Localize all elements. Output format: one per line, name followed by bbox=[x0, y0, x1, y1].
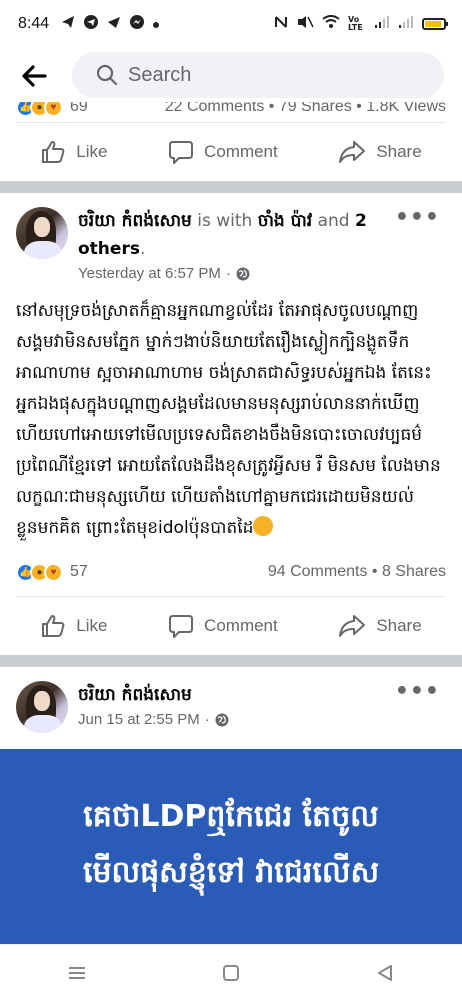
wifi-icon bbox=[322, 15, 340, 33]
stats-right: 94 Comments • 8 Shares bbox=[267, 563, 446, 580]
comment-button[interactable]: Comment bbox=[168, 139, 278, 165]
comment-label: Comment bbox=[204, 616, 278, 635]
stats-right: 22 Comments • 79 Shares • 1.8K Views bbox=[165, 102, 446, 116]
globe-icon bbox=[236, 267, 250, 280]
shares-count[interactable]: 79 Shares bbox=[279, 102, 352, 115]
comments-count[interactable]: 22 Comments bbox=[165, 102, 265, 115]
post-separator bbox=[0, 655, 462, 667]
signal-icon bbox=[374, 15, 390, 33]
square-icon bbox=[223, 964, 239, 981]
globe-icon bbox=[215, 713, 229, 726]
share-button[interactable]: Share bbox=[338, 613, 422, 639]
system-nav-bar bbox=[0, 944, 462, 1000]
news-feed[interactable]: 👍 ● ♥ 69 22 Comments • 79 Shares • 1.8K … bbox=[0, 102, 462, 944]
thumbs-up-icon bbox=[42, 141, 65, 163]
search-header: Search bbox=[0, 50, 462, 102]
send-icon bbox=[107, 15, 121, 33]
comment-label: Comment bbox=[204, 142, 278, 161]
system-back-button[interactable] bbox=[365, 953, 405, 993]
telegram-icon bbox=[61, 15, 75, 33]
author-name[interactable]: ចរិយា កំពង់សោម bbox=[78, 211, 192, 231]
share-label: Share bbox=[376, 142, 422, 161]
post-body-text: នៅសមុទ្រចង់ស្រាតក៏គ្មានអ្នកណាខ្វល់ដែរ តែ… bbox=[16, 301, 441, 538]
dot-icon bbox=[153, 17, 160, 32]
more-options-button[interactable]: ••• bbox=[395, 205, 440, 230]
reaction-count: 69 bbox=[70, 102, 88, 115]
post-actions: Like Comment Share bbox=[0, 597, 462, 655]
messenger-icon bbox=[129, 14, 145, 34]
mute-icon bbox=[296, 14, 314, 34]
triangle-back-icon bbox=[378, 964, 392, 981]
reaction-summary[interactable]: 👍 ● ♥ 57 bbox=[16, 562, 88, 582]
search-input[interactable]: Search bbox=[72, 52, 444, 98]
post-separator bbox=[0, 181, 462, 193]
image-text-line: មើលផុសខ្ញុំទៅ វាជេរលើស bbox=[82, 855, 380, 890]
volte-icon: Vo LTE bbox=[348, 15, 363, 32]
reaction-summary[interactable]: 👍 ● ♥ 69 bbox=[16, 102, 88, 117]
more-options-button[interactable]: ••• bbox=[395, 679, 440, 704]
search-icon bbox=[96, 64, 118, 86]
comment-icon bbox=[169, 615, 194, 638]
separator-dot: · bbox=[225, 265, 231, 282]
battery-icon bbox=[422, 18, 448, 30]
arrow-left-icon bbox=[22, 65, 47, 87]
like-label: Like bbox=[76, 142, 108, 161]
post-meta: ចរិយា កំពង់សោម is with ចាំង ប៉ាវ and 2 o… bbox=[78, 207, 446, 282]
avatar[interactable] bbox=[16, 207, 68, 259]
timestamp-text[interactable]: Yesterday at 6:57 PM bbox=[78, 265, 221, 282]
author-name[interactable]: ចរិយា កំពង់សោម bbox=[78, 685, 192, 705]
reaction-count: 57 bbox=[70, 563, 88, 580]
post-stats: 👍 ● ♥ 69 22 Comments • 79 Shares • 1.8K … bbox=[0, 102, 462, 122]
comments-count[interactable]: 94 Comments bbox=[268, 563, 368, 580]
care-reaction-icon: ♥ bbox=[44, 102, 63, 117]
separator-dot: · bbox=[204, 711, 210, 728]
back-button[interactable] bbox=[14, 56, 54, 96]
share-icon bbox=[339, 615, 366, 637]
image-text-line: គេថាLDPឮកែជេរ តែចូល bbox=[83, 799, 379, 834]
tagged-person[interactable]: ចាំង ប៉ាវ bbox=[258, 211, 312, 231]
status-right: Vo LTE bbox=[274, 14, 448, 34]
views-count: 1.8K Views bbox=[366, 102, 446, 115]
thumbs-up-icon bbox=[42, 615, 65, 637]
like-label: Like bbox=[76, 616, 108, 635]
grin-emoji-icon bbox=[253, 516, 274, 536]
status-bar: 8:44 Vo LTE bbox=[0, 0, 462, 48]
status-left: 8:44 bbox=[18, 14, 160, 34]
post-header: ចរិយា កំពង់សោម is with ចាំង ប៉ាវ and 2 o… bbox=[0, 193, 462, 282]
post-actions: Like Comment Share bbox=[0, 123, 462, 181]
post-image[interactable]: គេថាLDPឮកែជេរ តែចូល មើលផុសខ្ញុំទៅ វាជេរល… bbox=[0, 749, 462, 944]
timestamp-text[interactable]: Jun 15 at 2:55 PM bbox=[78, 711, 200, 728]
share-label: Share bbox=[376, 616, 422, 635]
like-button[interactable]: Like bbox=[40, 139, 107, 165]
and-text: and bbox=[317, 211, 350, 231]
home-button[interactable] bbox=[211, 953, 251, 993]
signal-icon bbox=[398, 15, 414, 33]
comment-button[interactable]: Comment bbox=[168, 613, 278, 639]
with-text: is with bbox=[197, 211, 253, 231]
author-line: ចរិយា កំពង់សោម bbox=[78, 681, 446, 709]
status-time: 8:44 bbox=[18, 15, 50, 32]
recent-apps-button[interactable] bbox=[57, 953, 97, 993]
post-stats: 👍 ● ♥ 57 94 Comments • 8 Shares bbox=[0, 554, 462, 590]
post-card: ចរិយា កំពង់សោម Jun 15 at 2:55 PM · ••• គ… bbox=[0, 667, 462, 944]
share-icon bbox=[339, 141, 366, 163]
telegram-icon bbox=[83, 14, 99, 34]
post-meta: ចរិយា កំពង់សោម Jun 15 at 2:55 PM · bbox=[78, 681, 446, 733]
post-timestamp: Yesterday at 6:57 PM · bbox=[78, 265, 446, 282]
like-button[interactable]: Like bbox=[40, 613, 107, 639]
post-body: នៅសមុទ្រចង់ស្រាតក៏គ្មានអ្នកណាខ្វល់ដែរ តែ… bbox=[0, 282, 462, 544]
care-reaction-icon: ♥ bbox=[44, 562, 63, 582]
post-header: ចរិយា កំពង់សោម Jun 15 at 2:55 PM · ••• bbox=[0, 667, 462, 733]
post-timestamp: Jun 15 at 2:55 PM · bbox=[78, 711, 446, 728]
period: . bbox=[139, 239, 146, 259]
nfc-icon bbox=[274, 14, 288, 34]
search-placeholder: Search bbox=[128, 63, 192, 86]
menu-icon bbox=[69, 966, 85, 979]
share-button[interactable]: Share bbox=[338, 139, 422, 165]
avatar[interactable] bbox=[16, 681, 68, 733]
comment-icon bbox=[169, 141, 194, 164]
post-card: ចរិយា កំពង់សោម is with ចាំង ប៉ាវ and 2 o… bbox=[0, 193, 462, 655]
author-line: ចរិយា កំពង់សោម is with ចាំង ប៉ាវ and 2 o… bbox=[78, 207, 446, 263]
shares-count[interactable]: 8 Shares bbox=[382, 563, 446, 580]
